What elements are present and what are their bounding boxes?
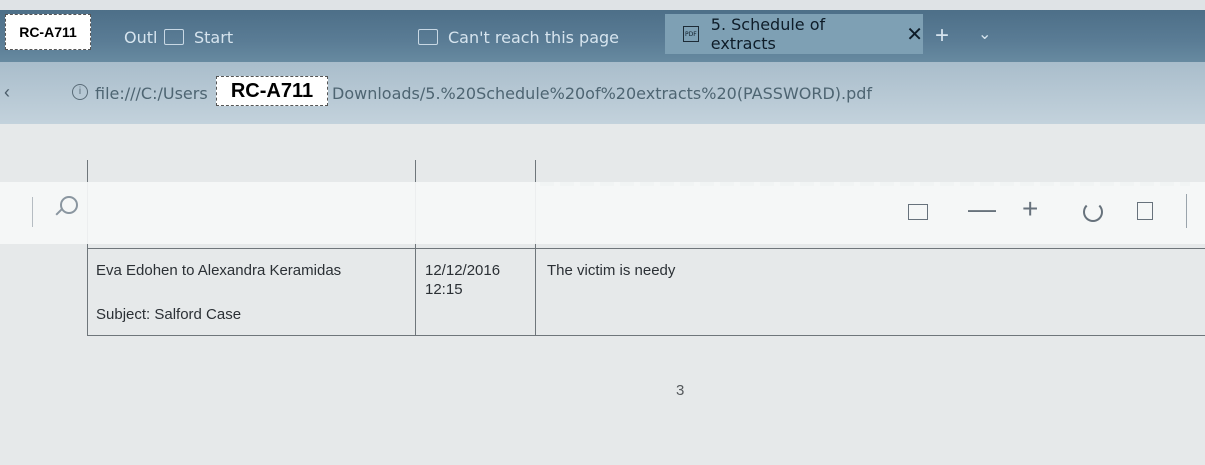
- page-number: 3: [676, 382, 685, 399]
- browser-tab-bar: Outl Start Can't reach this page PDF 5. …: [0, 10, 1205, 62]
- table-border-row-top: [87, 248, 1205, 249]
- page-view-icon[interactable]: [1137, 202, 1153, 220]
- page-icon: [418, 29, 438, 45]
- tab-outlook[interactable]: Outl: [124, 20, 157, 54]
- rotate-icon[interactable]: [1083, 202, 1103, 222]
- tab-active-label: 5. Schedule of extracts: [710, 15, 826, 53]
- date-cell: 12/12/2016: [425, 262, 501, 279]
- tab-start-label: Start: [194, 27, 234, 47]
- chevron-down-icon[interactable]: ⌄: [978, 24, 991, 44]
- fit-page-icon[interactable]: [908, 204, 928, 220]
- new-tab-button[interactable]: +: [935, 22, 949, 50]
- start-page-icon: [164, 29, 184, 45]
- pdf-toolbar: — +: [0, 182, 1205, 244]
- info-icon[interactable]: i: [72, 84, 88, 100]
- table-border-row-bottom: [87, 335, 1205, 336]
- pdf-viewer: [0, 124, 1205, 465]
- toolbar-divider: [32, 197, 33, 227]
- url-suffix[interactable]: Downloads/5.%20Schedule%20of%20extracts%…: [332, 84, 872, 103]
- badge-address-bar: RC-A711: [216, 76, 328, 106]
- tab-active-pdf[interactable]: PDF 5. Schedule of extracts ✕: [665, 14, 923, 54]
- tab-outlook-label: Outl: [124, 27, 158, 47]
- time-cell: 12:15: [425, 281, 463, 298]
- back-icon[interactable]: ‹: [4, 82, 10, 103]
- address-bar: ‹ i file:///C:/Users Downloads/5.%20Sche…: [0, 62, 1205, 124]
- from-to-cell: Eva Edohen to Alexandra Keramidas: [96, 262, 342, 279]
- zoom-out-button[interactable]: —: [968, 194, 996, 224]
- extract-cell: The victim is needy: [547, 262, 676, 279]
- tab-cant-reach[interactable]: Can't reach this page: [418, 20, 619, 54]
- url-prefix[interactable]: file:///C:/Users: [95, 84, 208, 103]
- badge-top-left: RC-A711: [5, 14, 91, 50]
- tab-cant-reach-label: Can't reach this page: [448, 27, 620, 47]
- zoom-in-button[interactable]: +: [1022, 194, 1038, 224]
- search-icon[interactable]: [60, 196, 78, 214]
- pdf-icon: PDF: [683, 26, 699, 42]
- tab-start[interactable]: Start: [164, 20, 233, 54]
- subject-cell: Subject: Salford Case: [96, 306, 242, 323]
- close-icon[interactable]: ✕: [906, 22, 923, 46]
- toolbar-divider-right: [1186, 194, 1187, 228]
